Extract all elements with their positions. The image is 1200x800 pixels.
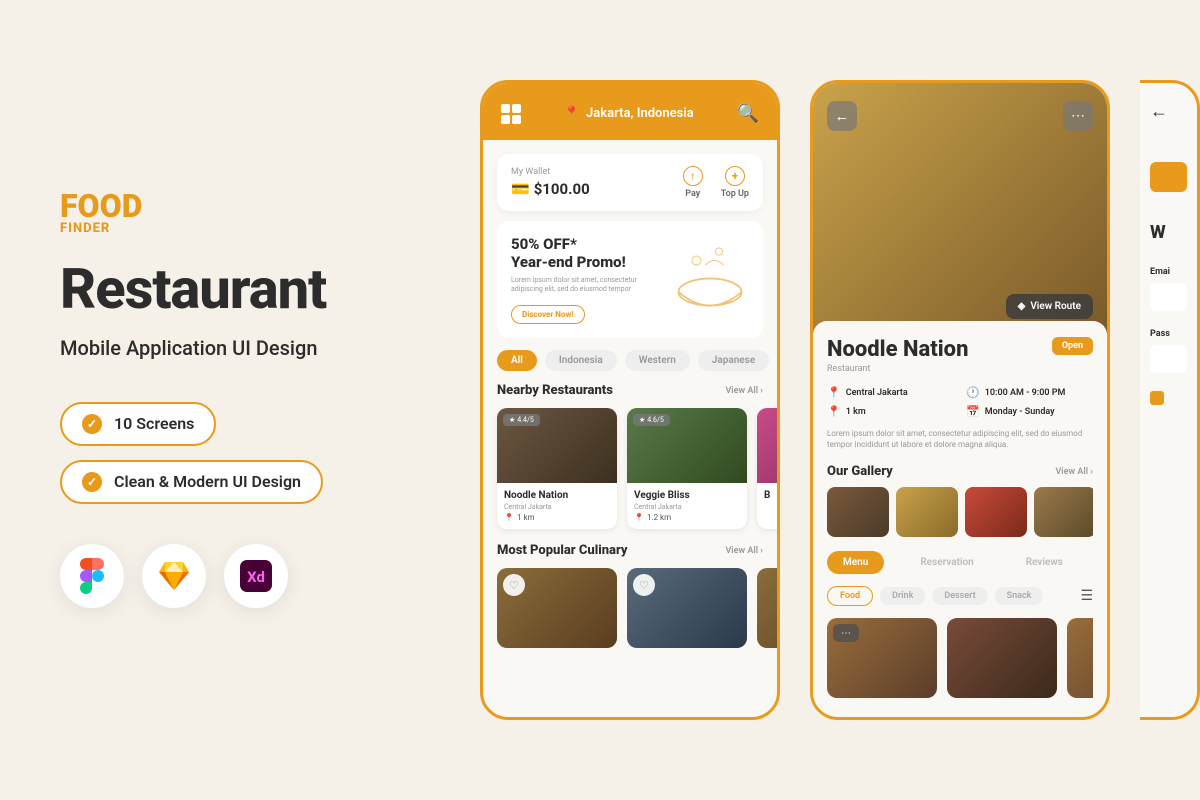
check-icon: ✓ (82, 472, 102, 492)
hero-image: ← ⋯ ◈ View Route (813, 83, 1107, 333)
info-location: 📍Central Jakarta (827, 386, 954, 399)
rating-badge: ★ 4.4/5 (503, 414, 540, 426)
tab-reservation[interactable]: Reservation (904, 551, 989, 574)
feature-chip-screens: ✓ 10 Screens (60, 402, 216, 446)
menu-grid-icon[interactable] (501, 104, 521, 124)
password-label: Pass (1150, 329, 1187, 339)
promo-card[interactable]: 50% OFF* Year-end Promo! Lorem ipsum dol… (497, 221, 763, 338)
mockup-login: ← W Emai Pass (1140, 80, 1200, 720)
info-distance: 📍1 km (827, 405, 954, 418)
list-view-icon[interactable]: ☰ (1080, 588, 1093, 604)
page-title: Restaurant (60, 256, 440, 322)
subfilter-dessert[interactable]: Dessert (932, 587, 987, 605)
info-hours: 🕐10:00 AM - 9:00 PM (966, 386, 1093, 399)
restaurant-dist: 📍 1.2 km (634, 513, 740, 522)
more-button[interactable]: ⋯ (1063, 101, 1093, 131)
tab-reviews[interactable]: Reviews (1010, 551, 1079, 574)
filter-japanese[interactable]: Japanese (698, 350, 769, 371)
wallet-amount: 💳$100.00 (511, 180, 590, 198)
chip-label: 10 Screens (114, 414, 194, 433)
view-all-link[interactable]: View All › (725, 546, 763, 556)
subtitle: Mobile Application UI Design (60, 334, 440, 362)
subfilter-food[interactable]: Food (827, 586, 873, 606)
email-label: Emai (1150, 267, 1187, 277)
feature-chip-design: ✓ Clean & Modern UI Design (60, 460, 323, 504)
plus-icon: + (725, 166, 745, 186)
mockup-detail: ← ⋯ ◈ View Route Noodle Nation Open Rest… (810, 80, 1110, 720)
gallery-image[interactable] (1034, 487, 1093, 537)
welcome-title: W (1150, 222, 1187, 243)
remember-checkbox[interactable] (1150, 391, 1164, 405)
menu-item-card[interactable]: ⋯ (827, 618, 937, 698)
heart-icon[interactable]: ♡ (633, 574, 655, 596)
view-route-button[interactable]: ◈ View Route (1006, 294, 1093, 319)
wallet-label: My Wallet (511, 167, 590, 177)
restaurant-loc: Central Jakarta (634, 503, 740, 511)
restaurant-name: Noodle Nation (827, 337, 968, 362)
svg-text:Xd: Xd (247, 568, 265, 586)
search-icon[interactable]: 🔍 (737, 103, 759, 124)
food-card[interactable]: ♡ (497, 568, 617, 648)
food-card[interactable] (757, 568, 777, 648)
rating-badge: ★ 4.6/5 (633, 414, 670, 426)
subfilter-snack[interactable]: Snack (995, 587, 1044, 605)
restaurant-name: Noodle Nation (504, 490, 610, 501)
wallet-card: My Wallet 💳$100.00 ↑ Pay + Top Up (497, 154, 763, 211)
gallery-title: Our Gallery (827, 464, 893, 479)
food-card[interactable]: ♡ (627, 568, 747, 648)
restaurant-card[interactable]: ★ 4.6/5 Veggie Bliss Central Jakarta 📍 1… (627, 408, 747, 529)
email-field[interactable] (1150, 283, 1187, 311)
promo-desc: Lorem ipsum dolor sit amet, consectetur … (511, 276, 641, 294)
gallery-image[interactable] (965, 487, 1027, 537)
bowl-illustration (665, 229, 755, 319)
pin-icon: 📍 (564, 106, 580, 121)
tab-menu[interactable]: Menu (827, 551, 884, 574)
topup-button[interactable]: + Top Up (721, 166, 749, 199)
restaurant-card[interactable]: B (757, 408, 777, 529)
heart-icon[interactable]: ♡ (503, 574, 525, 596)
restaurant-name: Veggie Bliss (634, 490, 740, 501)
restaurant-dist: 📍 1 km (504, 513, 610, 522)
restaurant-desc: Lorem ipsum dolor sit amet, consectetur … (827, 428, 1093, 450)
gallery-image[interactable] (827, 487, 889, 537)
status-badge: Open (1052, 337, 1093, 355)
location-selector[interactable]: 📍 Jakarta, Indonesia (564, 106, 694, 121)
pay-button[interactable]: ↑ Pay (683, 166, 703, 199)
location-text: Jakarta, Indonesia (586, 106, 694, 121)
view-all-link[interactable]: View All › (725, 386, 763, 396)
category-filters: All Indonesia Western Japanese (483, 350, 777, 383)
chip-label: Clean & Modern UI Design (114, 472, 301, 491)
menu-item-card[interactable] (947, 618, 1057, 698)
back-icon[interactable]: ← (1150, 101, 1187, 122)
nearby-title: Nearby Restaurants (497, 383, 613, 398)
info-days: 📅Monday - Sunday (966, 405, 1093, 418)
pay-icon: ↑ (683, 166, 703, 186)
subfilter-drink[interactable]: Drink (880, 587, 925, 605)
view-all-link[interactable]: View All › (1055, 467, 1093, 477)
filter-all[interactable]: All (497, 350, 537, 371)
restaurant-card[interactable]: ★ 4.4/5 Noodle Nation Central Jakarta 📍 … (497, 408, 617, 529)
menu-item-card[interactable] (1067, 618, 1093, 698)
logo-main: FOOD (60, 192, 440, 221)
filter-indonesia[interactable]: Indonesia (545, 350, 617, 371)
password-field[interactable] (1150, 345, 1187, 373)
popular-title: Most Popular Culinary (497, 543, 628, 558)
restaurant-type: Restaurant (827, 364, 1093, 374)
logo: FOOD FINDER (60, 192, 440, 236)
discover-button[interactable]: Discover Now! (511, 305, 585, 324)
check-icon: ✓ (82, 414, 102, 434)
gallery-image[interactable] (896, 487, 958, 537)
figma-icon (60, 544, 124, 608)
back-button[interactable]: ← (827, 101, 857, 131)
sketch-icon (142, 544, 206, 608)
mockup-home: 📍 Jakarta, Indonesia 🔍 My Wallet 💳$100.0… (480, 80, 780, 720)
more-icon[interactable]: ⋯ (833, 624, 859, 642)
filter-western[interactable]: Western (625, 350, 690, 371)
restaurant-loc: Central Jakarta (504, 503, 610, 511)
xd-icon: Xd (224, 544, 288, 608)
